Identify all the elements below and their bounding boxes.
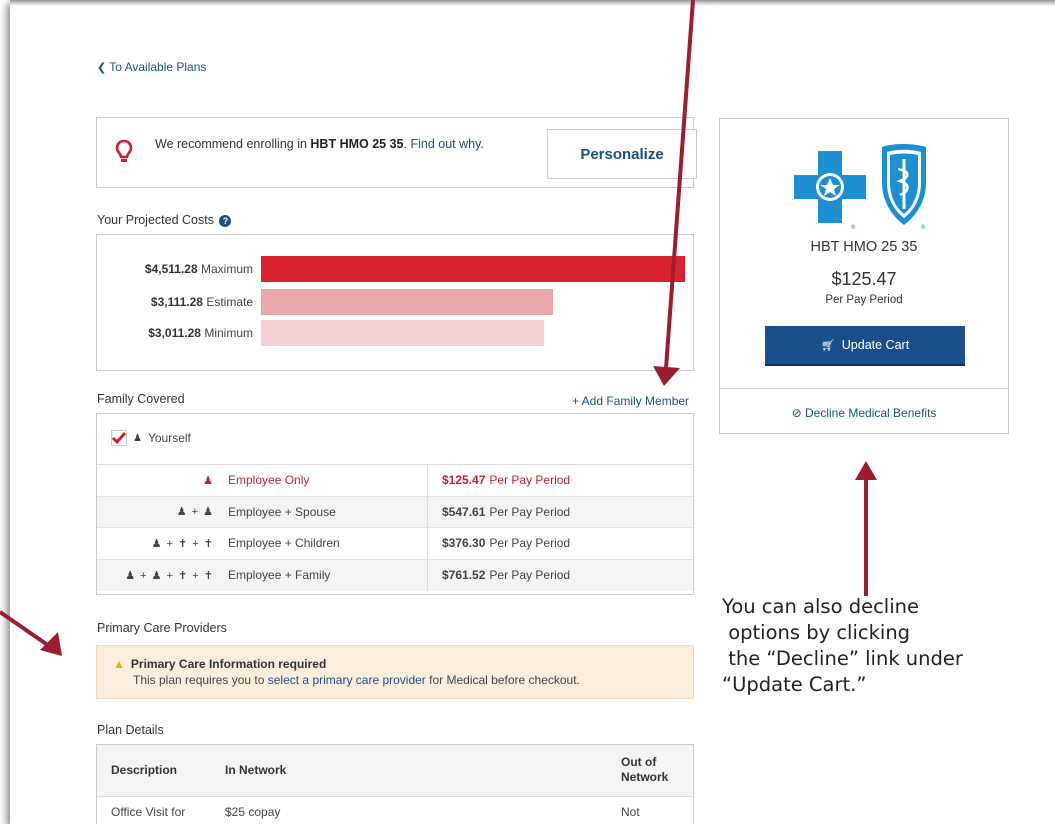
tier-row-employee-family[interactable]: ♟ + ♟ + ✝ + ✝ Employee + Family $761.52 P… xyxy=(97,559,693,591)
cost-row-estimate: $3,111.28 Estimate xyxy=(97,289,693,315)
tier-row-employee-spouse[interactable]: ♟ + ♟ Employee + Spouse $547.61 Per Pay P… xyxy=(97,496,693,528)
tier-name: Employee + Children xyxy=(228,536,340,551)
decline-label: Decline Medical Benefits xyxy=(805,406,937,420)
row-description: Office Visit for xyxy=(111,805,186,819)
coverage-tier-table: ♟ Employee Only $125.47 Per Pay Period ♟ … xyxy=(97,464,693,591)
plan-summary-card: ® ® HBT HMO 25 35 $125.47 Per Pay Period… xyxy=(719,118,1009,434)
cost-label: $4,511.28 Maximum xyxy=(144,262,253,276)
recommend-prefix: We recommend enrolling in xyxy=(155,137,311,151)
card-price: $125.47 xyxy=(831,269,897,289)
tier-name: Employee Only xyxy=(228,473,310,488)
decline-medical-benefits-link[interactable]: ⊘ Decline Medical Benefits xyxy=(720,406,1008,420)
family-icon: ♟ + ♟ + ✝ + ✝ xyxy=(125,569,214,582)
person-children-icon: ♟ + ✝ + ✝ xyxy=(151,537,214,550)
person-spouse-icon: ♟ + ♟ xyxy=(176,506,214,519)
plan-details-table: Description In Network Out of Network Of… xyxy=(96,744,694,824)
card-plan-name: HBT HMO 25 35 xyxy=(810,239,918,255)
chevron-left-icon: ❮ xyxy=(97,61,107,74)
checkmark-icon xyxy=(111,430,127,446)
warning-suffix: for Medical before checkout. xyxy=(425,673,580,687)
card-price-period: Per Pay Period xyxy=(825,294,903,306)
back-link-label: To Available Plans xyxy=(109,60,207,74)
annotation-line: “Update Cart.” xyxy=(722,673,867,696)
annotation-callout: You can also decline options by clicking… xyxy=(722,594,1052,698)
annotation-line: You can also decline xyxy=(722,595,919,618)
plan-details-heading: Plan Details xyxy=(97,723,164,737)
add-family-member-link[interactable]: + Add Family Member xyxy=(572,394,689,408)
select-pcp-link[interactable]: select a primary care provider xyxy=(268,673,426,687)
yourself-checkbox[interactable]: ♟ Yourself xyxy=(111,430,191,446)
lightbulb-icon xyxy=(115,139,133,162)
cart-icon: 🛒︎ xyxy=(820,339,835,352)
cost-bar-estimate xyxy=(261,289,554,315)
family-covered-heading: Family Covered xyxy=(97,392,185,406)
column-header-out-network-line2: Network xyxy=(621,770,669,784)
projected-costs-chart: $4,511.28 Maximum $3,111.28 Estimate $3,… xyxy=(96,234,694,371)
cost-bar-maximum xyxy=(261,256,685,282)
update-cart-label: Update Cart xyxy=(841,338,910,352)
tier-row-employee-only[interactable]: ♟ Employee Only $125.47 Per Pay Period xyxy=(97,465,693,497)
back-to-plans-link[interactable]: ❮ To Available Plans xyxy=(97,60,206,74)
cost-label: $3,111.28 Estimate xyxy=(150,295,253,309)
warning-title: ▲ Primary Care Information required xyxy=(113,657,326,671)
panel-top-shadow xyxy=(10,0,1055,6)
tier-name: Employee + Family xyxy=(228,568,331,583)
card-divider xyxy=(720,388,1008,389)
row-out-network: Not xyxy=(621,805,640,819)
projected-costs-heading: Your Projected Costs ? xyxy=(97,213,232,227)
warning-prefix: This plan requires you to xyxy=(133,673,268,687)
recommendation-text: We recommend enrolling in HBT HMO 25 35.… xyxy=(155,135,495,153)
column-header-in-network: In Network xyxy=(225,763,287,777)
column-header-out-network-line1: Out of xyxy=(621,755,657,769)
person-icon: ♟ xyxy=(203,474,214,487)
cost-row-minimum: $3,011.28 Minimum xyxy=(97,320,693,346)
column-header-description: Description xyxy=(111,763,178,777)
help-icon[interactable]: ? xyxy=(219,214,232,227)
cost-label: $3,011.28 Minimum xyxy=(148,326,253,340)
yourself-label: Yourself xyxy=(147,431,191,445)
tier-row-employee-children[interactable]: ♟ + ✝ + ✝ Employee + Children $376.30 Per… xyxy=(97,528,693,560)
primary-care-warning: ▲ Primary Care Information required This… xyxy=(96,645,694,699)
annotation-line: options by clicking xyxy=(722,621,911,644)
annotation-line: the “Decline” link under xyxy=(722,647,963,670)
warning-title-text: Primary Care Information required xyxy=(130,657,327,671)
svg-text:®: ® xyxy=(850,224,856,231)
svg-text:®: ® xyxy=(920,224,926,231)
ban-icon: ⊘ xyxy=(791,406,802,420)
warning-icon: ▲ xyxy=(113,657,125,671)
tier-name: Employee + Spouse xyxy=(228,504,336,519)
tier-price: $376.30 Per Pay Period xyxy=(427,528,693,559)
personalize-button[interactable]: Personalize xyxy=(547,129,697,179)
cost-bar-minimum xyxy=(261,320,545,346)
cost-row-maximum: $4,511.28 Maximum xyxy=(97,256,693,282)
projected-costs-title: Your Projected Costs xyxy=(97,213,214,227)
row-in-network: $25 copay xyxy=(225,805,281,819)
primary-care-heading: Primary Care Providers xyxy=(97,621,227,635)
find-out-why-link[interactable]: Find out why. xyxy=(410,137,483,151)
tier-price: $547.61 Per Pay Period xyxy=(427,496,693,527)
recommended-plan-name: HBT HMO 25 35 xyxy=(310,137,404,151)
recommendation-banner: We recommend enrolling in HBT HMO 25 35.… xyxy=(96,117,697,188)
warning-body: This plan requires you to select a prima… xyxy=(133,673,580,687)
tier-price: $125.47 Per Pay Period xyxy=(427,465,693,496)
family-covered-panel: ♟ Yourself ♟ Employee Only $125.47 Per Pa… xyxy=(96,413,694,595)
blue-cross-blue-shield-logo: ® ® xyxy=(794,144,926,231)
update-cart-button[interactable]: 🛒︎ Update Cart xyxy=(765,326,965,364)
person-icon: ♟ xyxy=(133,432,142,444)
tier-price: $761.52 Per Pay Period xyxy=(427,559,693,591)
table-header: Description In Network Out of Network xyxy=(97,745,693,797)
